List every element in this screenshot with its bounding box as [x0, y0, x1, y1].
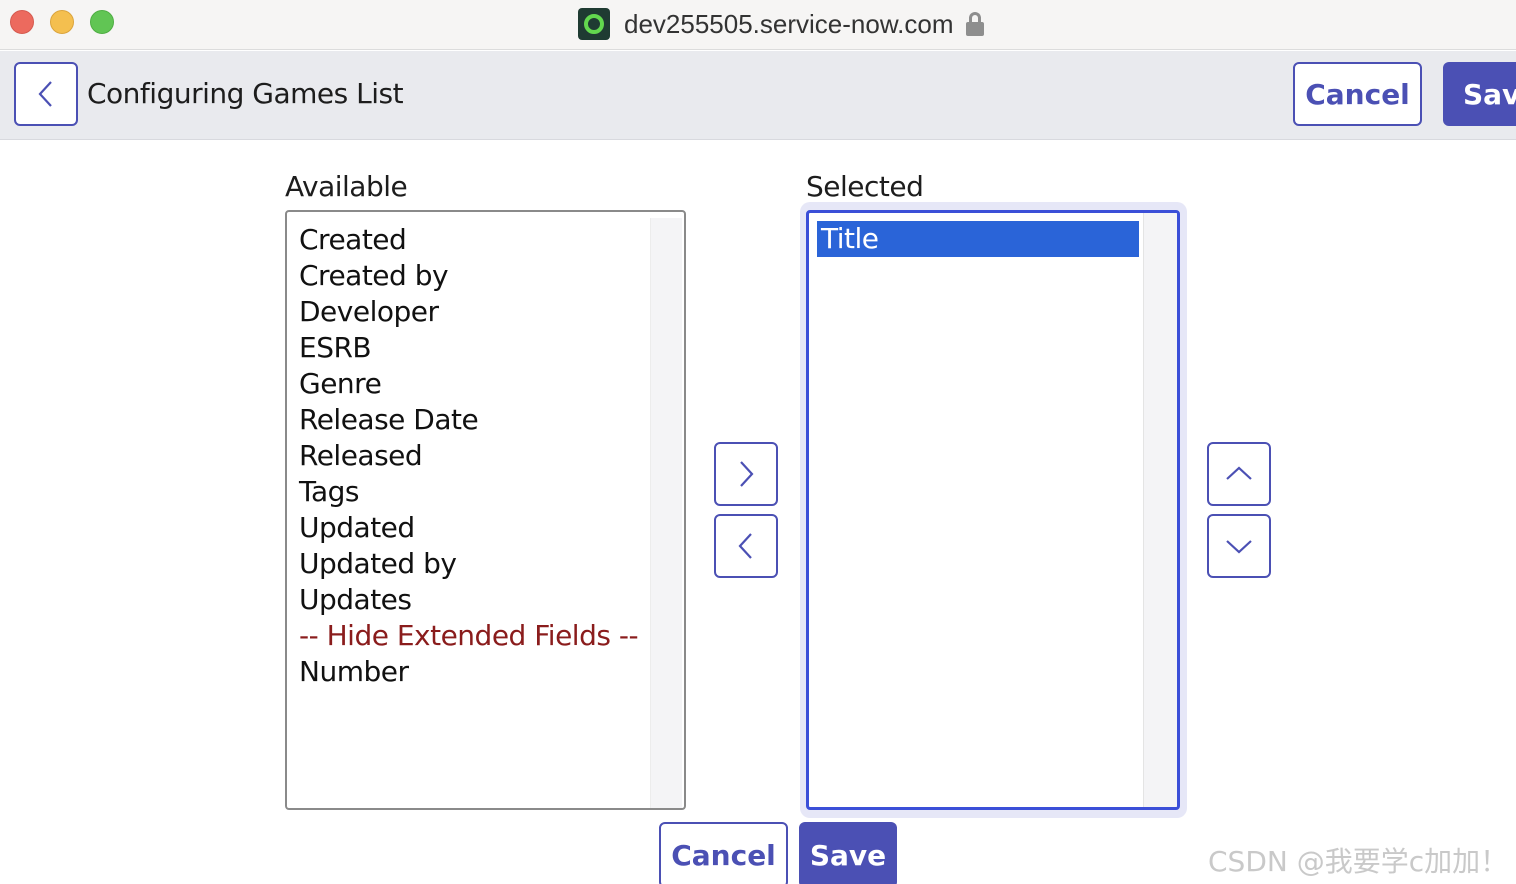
footer-save-button[interactable]: Save	[799, 822, 897, 884]
close-window-button[interactable]	[10, 10, 34, 34]
add-to-selected-button[interactable]	[714, 442, 778, 506]
chevron-up-icon	[1226, 466, 1252, 480]
list-item[interactable]: Released	[299, 438, 648, 474]
list-item[interactable]: Updates	[299, 582, 648, 618]
lock-icon	[965, 12, 984, 36]
page-header: Configuring Games List Cancel Save	[0, 51, 1516, 140]
header-save-button[interactable]: Save	[1443, 62, 1516, 126]
page-title: Configuring Games List	[87, 77, 404, 110]
list-item[interactable]: Created	[299, 222, 648, 258]
list-item[interactable]: Updated by	[299, 546, 648, 582]
chevron-right-icon	[740, 461, 754, 487]
address-bar[interactable]: dev255505.service-now.com	[578, 8, 984, 40]
footer-cancel-button[interactable]: Cancel	[659, 822, 788, 884]
available-items: Created Created by Developer ESRB Genre …	[299, 222, 648, 690]
selected-scrollbar[interactable]	[1143, 213, 1177, 807]
list-item[interactable]: Developer	[299, 294, 648, 330]
list-item[interactable]: Release Date	[299, 402, 648, 438]
minimize-window-button[interactable]	[50, 10, 74, 34]
hide-extended-fields-item[interactable]: -- Hide Extended Fields --	[299, 618, 648, 654]
header-cancel-button[interactable]: Cancel	[1293, 62, 1422, 126]
selected-label: Selected	[806, 170, 924, 203]
watermark: CSDN @我要学c加加！	[1208, 845, 1509, 878]
move-up-button[interactable]	[1207, 442, 1271, 506]
selected-listbox[interactable]: Title	[806, 210, 1180, 810]
available-label: Available	[285, 170, 408, 203]
list-item[interactable]: Number	[299, 654, 648, 690]
move-down-button[interactable]	[1207, 514, 1271, 578]
browser-titlebar: dev255505.service-now.com	[0, 0, 1516, 50]
remove-from-selected-button[interactable]	[714, 514, 778, 578]
list-item[interactable]: Updated	[299, 510, 648, 546]
back-button[interactable]	[14, 62, 78, 126]
list-item[interactable]: ESRB	[299, 330, 648, 366]
selected-list-item[interactable]: Title	[817, 221, 1139, 257]
list-item[interactable]: Tags	[299, 474, 648, 510]
list-item[interactable]: Created by	[299, 258, 648, 294]
available-scrollbar[interactable]	[650, 218, 682, 808]
available-listbox[interactable]: Created Created by Developer ESRB Genre …	[285, 210, 686, 810]
chevron-left-icon	[738, 533, 752, 559]
url-text: dev255505.service-now.com	[624, 8, 954, 39]
list-item[interactable]: Genre	[299, 366, 648, 402]
zoom-window-button[interactable]	[90, 10, 114, 34]
chevron-down-icon	[1226, 540, 1252, 554]
servicenow-favicon-icon	[578, 8, 610, 40]
chevron-left-icon	[38, 81, 52, 107]
